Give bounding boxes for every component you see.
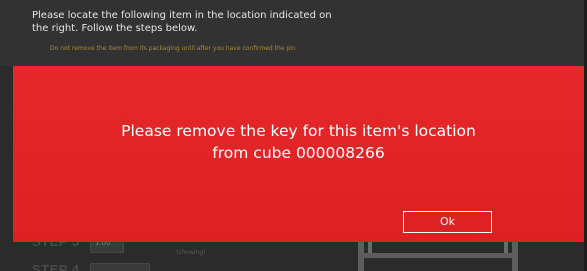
ok-button[interactable]: Ok: [403, 211, 492, 233]
instruction-text: Please locate the following item in the …: [32, 10, 332, 34]
step-4-field: [90, 263, 150, 271]
alert-message-line-1: Please remove the key for this item's lo…: [121, 122, 476, 140]
alert-message: Please remove the key for this item's lo…: [13, 120, 584, 164]
step-4-label: STEP 4: [32, 262, 80, 271]
step-3-hint: (showing): [176, 249, 206, 256]
remove-key-alert: Please remove the key for this item's lo…: [13, 66, 584, 242]
kiosk-screen: Please locate the following item in the …: [0, 0, 587, 271]
packaging-warning: Do not remove the item from its packagin…: [50, 45, 296, 52]
alert-message-line-2: from cube 000008266: [212, 144, 385, 162]
instruction-bar: Please locate the following item in the …: [0, 0, 587, 66]
